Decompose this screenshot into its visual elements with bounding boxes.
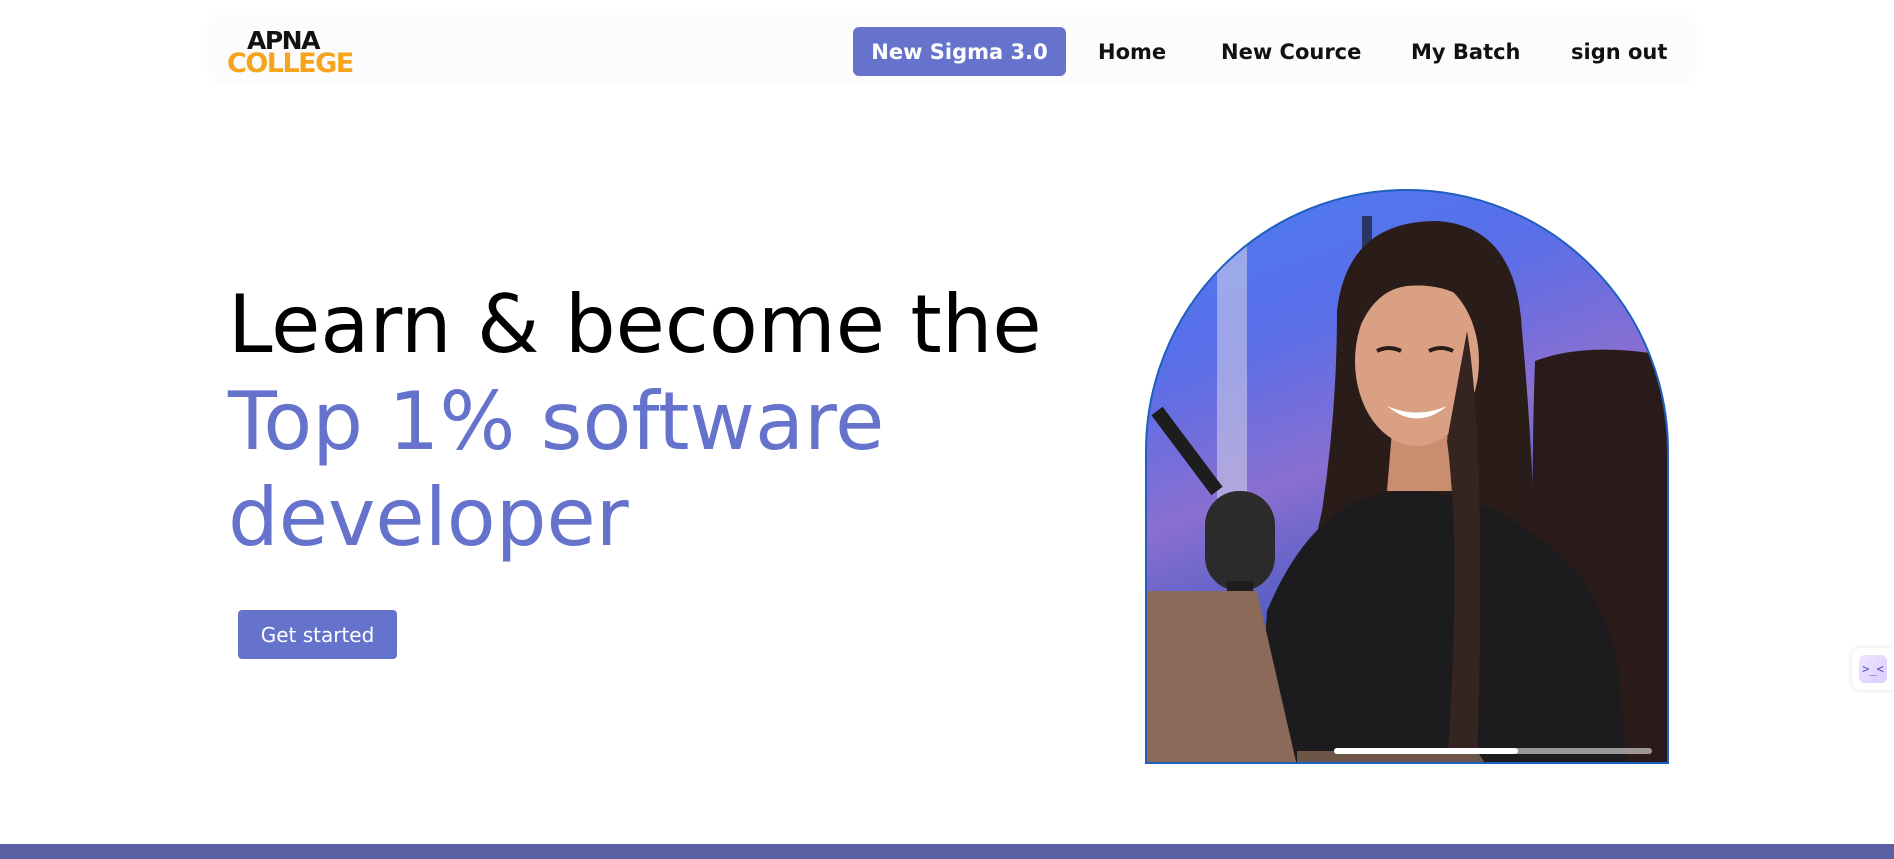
floating-widget-button[interactable]: >_<	[1852, 648, 1894, 690]
hero-video[interactable]	[1145, 189, 1669, 764]
logo-text-college: COLLEGE	[227, 48, 354, 79]
hero-video-illustration	[1147, 216, 1667, 762]
new-sigma-button[interactable]: New Sigma 3.0	[853, 27, 1066, 76]
page: APNA COLLEGE New Sigma 3.0 Home New Cour…	[0, 0, 1894, 859]
hero-heading-line-3: developer	[228, 471, 629, 564]
video-progress-fill	[1334, 748, 1519, 754]
assistant-icon: >_<	[1859, 655, 1887, 683]
nav-new-course-link[interactable]: New Cource	[1221, 27, 1361, 76]
nav-sign-out-link[interactable]: sign out	[1571, 27, 1667, 76]
video-progress-bar[interactable]	[1334, 748, 1652, 754]
hero-heading-line-1: Learn & become the	[228, 278, 1042, 371]
footer-bar	[0, 844, 1894, 859]
apna-college-logo[interactable]: APNA COLLEGE	[227, 26, 354, 79]
navbar: APNA COLLEGE New Sigma 3.0 Home New Cour…	[211, 12, 1693, 82]
nav-home-link[interactable]: Home	[1098, 27, 1166, 76]
nav-my-batch-link[interactable]: My Batch	[1411, 27, 1521, 76]
get-started-button[interactable]: Get started	[238, 610, 397, 659]
hero-heading-line-2: Top 1% software	[228, 375, 885, 468]
